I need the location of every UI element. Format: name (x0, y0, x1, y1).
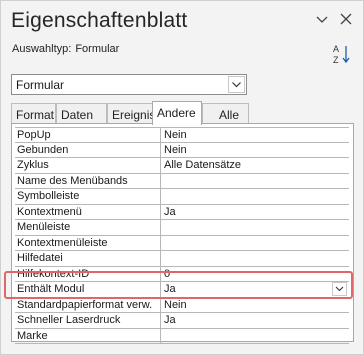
property-value[interactable] (162, 189, 349, 204)
property-value[interactable] (162, 236, 349, 251)
property-label: Hilfekontext-ID (15, 266, 161, 281)
tab-format[interactable]: Format (11, 103, 56, 124)
property-value[interactable]: Ja (162, 205, 349, 220)
chevron-down-icon[interactable] (228, 76, 245, 93)
property-value[interactable]: Nein (162, 128, 349, 142)
property-value[interactable] (162, 174, 349, 189)
object-selector-value: Formular (16, 78, 65, 92)
panel-title: Eigenschaftenblatt (11, 9, 188, 32)
property-row[interactable]: Kontextmenüleiste (15, 235, 349, 251)
tab-ereignis[interactable]: Ereignis (107, 103, 153, 124)
property-row[interactable]: Gebunden Nein (15, 142, 349, 158)
property-row[interactable]: Name des Menübands (15, 173, 349, 189)
svg-text:Z: Z (333, 55, 339, 65)
property-label: Hilfedatei (15, 251, 161, 266)
property-row[interactable]: Schneller Laserdruck Ja (15, 313, 349, 329)
property-label: Enthält Modul (15, 282, 161, 297)
property-label: Schneller Laserdruck (15, 313, 161, 328)
property-label: Symbolleiste (15, 189, 161, 204)
property-row[interactable]: PopUp Nein (15, 127, 349, 143)
property-value[interactable]: Nein (162, 143, 349, 158)
property-row[interactable]: Menüleiste (15, 220, 349, 236)
property-label: Standardpapierformat verw. (15, 297, 161, 312)
tab-andere[interactable]: Andere (152, 101, 202, 125)
property-value[interactable]: Alle Datensätze (162, 158, 349, 173)
selection-type-value: Formular (75, 43, 120, 55)
chevron-down-icon[interactable] (314, 11, 330, 27)
property-label: Menüleiste (15, 220, 161, 235)
selection-type: Auswahltyp: Formular (12, 43, 119, 55)
property-value[interactable] (162, 329, 349, 344)
property-row[interactable]: Hilfedatei (15, 251, 349, 267)
property-row[interactable]: Zyklus Alle Datensätze (15, 158, 349, 174)
property-row[interactable]: Standardpapierformat verw. Nein (15, 297, 349, 313)
property-label: Zyklus (15, 158, 161, 173)
close-icon[interactable] (338, 11, 354, 27)
property-value[interactable] (162, 251, 349, 266)
sort-az-icon[interactable]: A Z (332, 43, 352, 65)
chevron-down-icon[interactable] (332, 282, 347, 296)
property-value[interactable]: 0 (162, 267, 349, 282)
svg-text:A: A (333, 44, 339, 54)
property-row[interactable]: Symbolleiste (15, 189, 349, 205)
property-label: Kontextmenü (15, 204, 161, 219)
property-sheet-panel: Eigenschaftenblatt Auswahltyp: Formular A… (0, 0, 364, 355)
object-selector-combo[interactable]: Formular (11, 74, 247, 95)
tab-alle[interactable]: Alle (202, 103, 249, 124)
property-value-combo[interactable]: Ja (162, 282, 349, 297)
property-row[interactable]: Kontextmenü Ja (15, 204, 349, 220)
tab-daten[interactable]: Daten (56, 103, 107, 124)
property-grid: PopUp Nein Gebunden Nein Zyklus Alle Datens… (11, 123, 354, 344)
property-row[interactable]: Marke (15, 328, 349, 344)
property-label: Name des Menübands (15, 173, 161, 188)
property-value[interactable]: Ja (162, 313, 349, 328)
property-value[interactable]: Nein (162, 298, 349, 313)
selection-type-label: Auswahltyp: (12, 43, 72, 55)
property-row[interactable]: Hilfekontext-ID 0 (15, 266, 349, 282)
property-label: PopUp (15, 128, 161, 142)
property-label: Gebunden (15, 142, 161, 157)
property-value[interactable] (162, 220, 349, 235)
property-label: Kontextmenüleiste (15, 235, 161, 250)
property-label: Marke (15, 328, 161, 343)
property-row-selected[interactable]: Enthält Modul Ja (15, 282, 349, 298)
